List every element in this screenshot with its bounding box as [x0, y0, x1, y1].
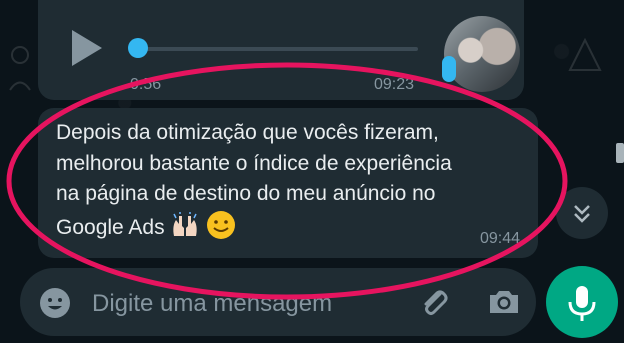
scroll-to-bottom-button[interactable] — [556, 187, 608, 239]
smiling-face-emoji-icon — [207, 210, 236, 239]
audio-message-bubble: 0:56 09:23 — [38, 0, 524, 100]
voice-record-button[interactable] — [546, 266, 618, 338]
audio-progress-track[interactable] — [138, 47, 418, 51]
microphone-icon — [568, 286, 596, 321]
message-line: Depois da otimização que vocês fizeram, — [56, 121, 439, 144]
message-line: na página de destino do meu anúncio no — [56, 182, 436, 205]
message-line: melhorou bastante o índice de experiênci… — [56, 151, 452, 175]
message-input-bar[interactable]: Digite uma mensagem — [20, 268, 536, 336]
paperclip-icon[interactable] — [416, 284, 450, 320]
camera-icon[interactable] — [486, 284, 522, 320]
message-input-placeholder[interactable]: Digite uma mensagem — [92, 290, 332, 318]
text-message-bubble: Depois da otimização que vocês fizeram, … — [38, 108, 538, 258]
scrollbar-thumb[interactable] — [616, 143, 624, 163]
doodle-icon — [568, 37, 602, 71]
doodle-icon — [9, 46, 31, 91]
emoji-icon[interactable] — [38, 286, 72, 320]
message-line: Google Ads — [56, 215, 165, 239]
audio-progress-handle[interactable] — [128, 38, 148, 58]
play-icon[interactable] — [72, 30, 102, 66]
message-line-last: Google Ads — [56, 210, 526, 244]
raising-hands-emoji-icon — [173, 211, 198, 236]
audio-timestamp: 09:23 — [374, 76, 415, 93]
sender-avatar[interactable] — [444, 16, 520, 92]
voice-note-mic-icon — [442, 56, 456, 82]
double-chevron-down-icon — [574, 205, 590, 223]
message-timestamp: 09:44 — [480, 230, 521, 247]
message-text: Depois da otimização que vocês fizeram, … — [56, 118, 526, 243]
audio-duration: 0:56 — [130, 76, 162, 93]
